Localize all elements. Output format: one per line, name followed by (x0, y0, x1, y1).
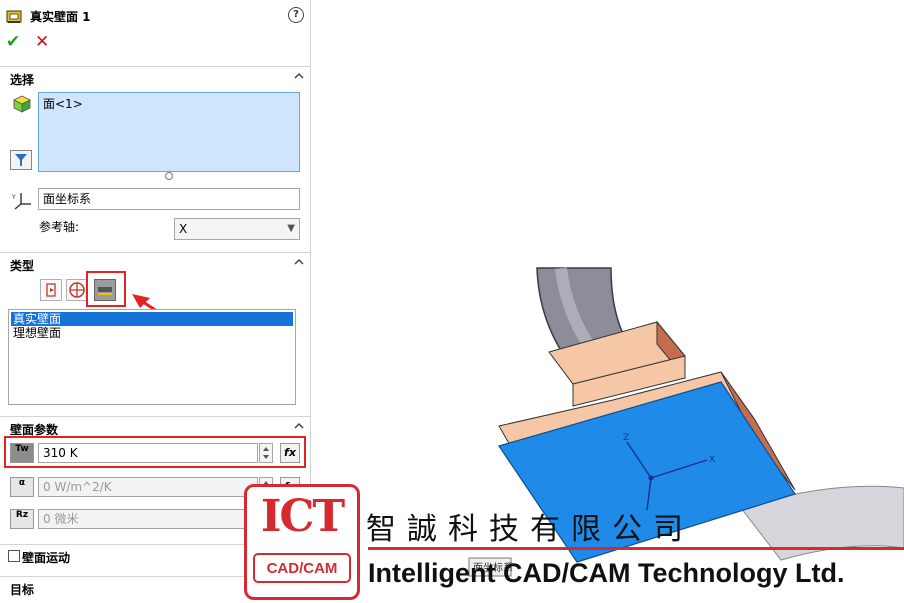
company-watermark: ICT CAD/CAM 智誠科技有限公司 Intelligent CAD/CAM… (244, 484, 904, 600)
type-section-header[interactable]: 类型 (0, 252, 310, 275)
wall-type-fan-button[interactable] (66, 279, 88, 301)
collapse-chevron-icon[interactable] (294, 71, 304, 81)
temperature-spinner[interactable] (259, 443, 273, 463)
heat-transfer-coefficient-input[interactable]: 0 W/m^2/K (38, 477, 258, 497)
roughness-input[interactable]: 0 微米 (38, 509, 258, 529)
wall-motion-checkbox[interactable] (8, 550, 20, 562)
face-selection-box[interactable]: 面<1> (38, 92, 300, 172)
real-wall-feature-icon (6, 10, 22, 23)
cancel-button[interactable]: ✕ (35, 32, 49, 52)
reference-axis-label: 参考轴: (39, 220, 80, 234)
axis-label-x: X (709, 455, 715, 465)
selection-header-label: 选择 (10, 73, 35, 87)
temperature-fx-button[interactable]: fx (280, 443, 300, 463)
list-item-real-wall[interactable]: 真实壁面 (11, 312, 293, 326)
face-selection-icon (13, 95, 31, 113)
svg-text:Y: Y (12, 194, 16, 201)
roughness-icon[interactable]: Rz (10, 509, 34, 529)
highlight-box-real-wall (86, 271, 126, 307)
type-header-label: 类型 (10, 259, 35, 273)
collapse-chevron-icon[interactable] (294, 257, 304, 267)
coordinate-system-icon: Y (12, 193, 31, 210)
reference-axis-select[interactable]: X ▼ (174, 218, 300, 240)
fan-icon (69, 282, 85, 298)
ict-logo-text: ICT (260, 491, 345, 542)
resize-grip-icon[interactable] (165, 172, 173, 180)
goals-header-label: 目标 (10, 583, 35, 597)
feature-title-row: 真实壁面 1 (6, 6, 91, 26)
cadcam-badge-text: CAD/CAM (266, 560, 338, 577)
list-item-ideal-wall[interactable]: 理想壁面 (11, 326, 293, 340)
wall-motion-label: 壁面运动 (22, 551, 71, 565)
wall-type-list[interactable]: 真实壁面 理想壁面 (8, 309, 296, 405)
wall-temperature-icon[interactable]: Tw (10, 443, 34, 463)
collapse-chevron-icon[interactable] (294, 421, 304, 431)
cadcam-badge: CAD/CAM (253, 553, 351, 583)
selection-section-header[interactable]: 选择 (0, 66, 310, 89)
company-name-chinese: 智誠科技有限公司 (366, 512, 694, 547)
selected-face-item[interactable]: 面<1> (43, 95, 83, 112)
chevron-down-icon: ▼ (287, 223, 295, 234)
ok-button[interactable]: ✔ (6, 32, 20, 52)
feature-title: 真实壁面 1 (30, 9, 91, 24)
help-icon[interactable]: ? (288, 7, 304, 23)
ict-logo: ICT CAD/CAM (244, 484, 360, 600)
inlet-arrow-icon (46, 283, 56, 297)
heat-transfer-coefficient-icon[interactable]: α (10, 477, 34, 497)
selection-filter-icon[interactable] (10, 150, 32, 170)
coordinate-system-field[interactable]: 面坐标系 (38, 188, 300, 210)
wall-temperature-input[interactable]: 310 K (38, 443, 258, 463)
watermark-divider (368, 547, 904, 550)
reference-axis-value: X (179, 222, 188, 236)
wall-type-inlet-button[interactable] (40, 279, 62, 301)
company-name-english: Intelligent CAD/CAM Technology Ltd. (368, 558, 845, 588)
axis-label-z: Z (623, 433, 629, 443)
